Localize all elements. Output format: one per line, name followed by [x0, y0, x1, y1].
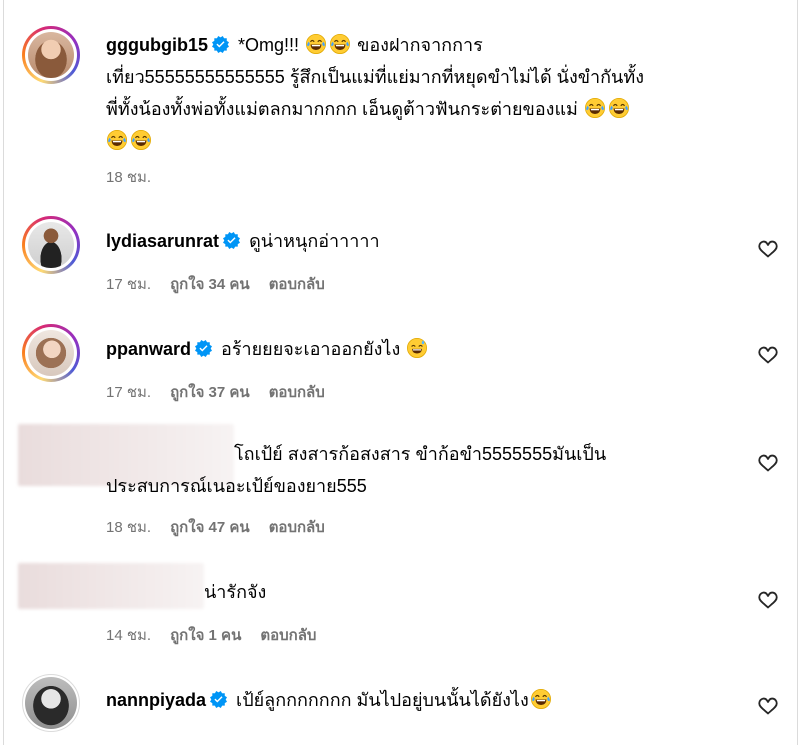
comment-text-part: ของฝากจากการ: [357, 35, 483, 55]
comment-time[interactable]: 17 ชม.: [106, 380, 151, 404]
face-with-tears-of-joy-icon: [584, 97, 606, 119]
face-with-tears-of-joy-icon: [329, 33, 351, 55]
comment-text-part: พี่ทั้งน้องทั้งพ่อทั้งแม่ตลกมากกกก เอ็นด…: [106, 99, 578, 119]
face-with-tears-of-joy-icon: [106, 129, 128, 151]
comment-username[interactable]: ppanward: [106, 339, 191, 359]
comment-text-part: น่ารักจัง: [204, 582, 267, 602]
verified-badge-icon: [210, 691, 227, 708]
comment-text-part: โถเป้ย์ สงสารก้อสงสาร ขำก้อขำ5555555มันเ…: [234, 444, 607, 464]
comment-text: lydiasarunrat ดูน่าหนุกอ่าาาาา: [106, 225, 380, 257]
verified-badge-icon: [212, 36, 229, 53]
comment-username[interactable]: gggubgib15: [106, 35, 208, 55]
heart-outline-icon[interactable]: [757, 589, 779, 611]
comment-text-part: ดูน่าหนุกอ่าาาาา: [249, 231, 380, 251]
comment-text-part: เที่ยว55555555555555 รู้สึกเป็นแม่ที่แย่…: [106, 67, 645, 87]
comment-text-part: ประสบการณ์เนอะเป้ย์ของยาย555: [106, 476, 367, 496]
comment-text: gggubgib15 *Omg!!! ของฝากจากการ เที่ยว55…: [106, 29, 766, 157]
comment-text: โถเป้ย์ สงสารก้อสงสาร ขำก้อขำ5555555มันเ…: [106, 438, 746, 502]
comment-username[interactable]: nannpiyada: [106, 690, 206, 710]
comment-text: ppanward อร้ายยยจะเอาออกยังไง: [106, 333, 429, 365]
reply-button[interactable]: ตอบกลับ: [269, 272, 325, 296]
heart-outline-icon[interactable]: [757, 238, 779, 260]
comment-meta: 17 ชม. ถูกใจ 37 คน ตอบกลับ: [106, 380, 325, 404]
comment-text-part: เป้ย์ลูกกกกกกก มันไปอยู่บนนั้นได้ยังไง: [236, 690, 529, 710]
comment-username[interactable]: lydiasarunrat: [106, 231, 219, 251]
avatar[interactable]: [22, 26, 80, 84]
heart-outline-icon[interactable]: [757, 344, 779, 366]
comment-likes[interactable]: ถูกใจ 47 คน: [170, 515, 250, 539]
heart-outline-icon[interactable]: [757, 452, 779, 474]
heart-outline-icon[interactable]: [757, 695, 779, 717]
face-with-tears-of-joy-icon: [305, 33, 327, 55]
comment-time[interactable]: 17 ชม.: [106, 272, 151, 296]
comment-meta: 17 ชม. ถูกใจ 34 คน ตอบกลับ: [106, 272, 325, 296]
avatar[interactable]: [22, 674, 80, 732]
comment-time[interactable]: 18 ชม.: [106, 165, 151, 189]
verified-badge-icon: [223, 232, 240, 249]
comment-text-part: อร้ายยยจะเอาออกยังไง: [221, 339, 401, 359]
face-with-tears-of-joy-icon: [608, 97, 630, 119]
avatar[interactable]: [22, 216, 80, 274]
profile-photo-woman-icon: [28, 330, 74, 376]
face-with-tears-of-joy-icon: [530, 688, 552, 710]
reply-button[interactable]: ตอบกลับ: [269, 380, 325, 404]
profile-photo-woman-icon: [28, 222, 74, 268]
face-with-tears-of-joy-icon: [130, 129, 152, 151]
comment-meta: 14 ชม. ถูกใจ 1 คน ตอบกลับ: [106, 623, 316, 647]
comment-text: น่ารักจัง: [106, 576, 266, 608]
avatar[interactable]: [22, 324, 80, 382]
comment-likes[interactable]: ถูกใจ 1 คน: [170, 623, 241, 647]
comment-text: nannpiyada เป้ย์ลูกกกกกกก มันไปอยู่บนนั้…: [106, 684, 553, 716]
comment-likes[interactable]: ถูกใจ 34 คน: [170, 272, 250, 296]
comment-time[interactable]: 18 ชม.: [106, 515, 151, 539]
comment-text-part: *Omg!!!: [238, 35, 300, 55]
grinning-face-with-sweat-icon: [406, 337, 428, 359]
verified-badge-icon: [195, 340, 212, 357]
reply-button[interactable]: ตอบกลับ: [260, 623, 316, 647]
profile-photo-woman-icon: [28, 32, 74, 78]
reply-button[interactable]: ตอบกลับ: [269, 515, 325, 539]
comment-likes[interactable]: ถูกใจ 37 คน: [170, 380, 250, 404]
comment-meta: 18 ชม. ถูกใจ 47 คน ตอบกลับ: [106, 515, 325, 539]
comment-time[interactable]: 14 ชม.: [106, 623, 151, 647]
profile-photo-woman-icon: [25, 677, 77, 729]
comment-meta: 18 ชม.: [106, 165, 151, 189]
